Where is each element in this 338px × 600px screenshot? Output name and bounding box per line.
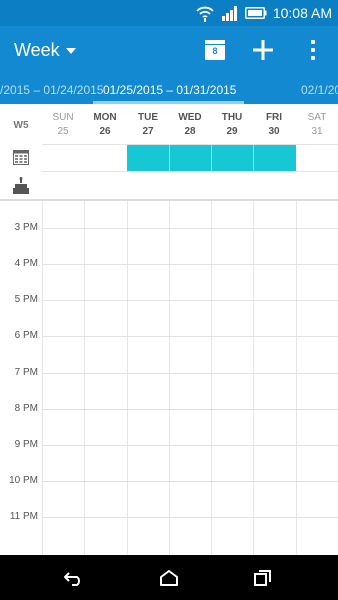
day-column-header[interactable]: SUN 25	[42, 112, 84, 138]
day-name: FRI	[265, 112, 283, 123]
hour-label: 8 PM	[14, 403, 38, 414]
day-column-line	[127, 201, 128, 555]
hour-line	[42, 517, 338, 518]
week-number: W5	[13, 120, 29, 131]
today-date: 8	[212, 46, 218, 56]
day-date: 29	[226, 126, 238, 137]
event-day-divider	[169, 145, 170, 171]
day-column-line	[296, 201, 297, 555]
day-name: TUE	[138, 112, 158, 123]
recent-apps-icon	[254, 570, 271, 586]
day-date: 25	[57, 126, 69, 137]
day-date: 27	[142, 126, 154, 137]
navigation-bar	[0, 555, 338, 600]
hour-line	[42, 336, 338, 337]
hour-line	[42, 300, 338, 301]
signal-icon	[221, 5, 239, 21]
hour-line	[42, 228, 338, 229]
calendar-today-icon: 8	[205, 40, 225, 60]
more-options-button[interactable]	[298, 35, 328, 65]
view-mode-dropdown[interactable]: Week	[14, 37, 76, 63]
event-day-divider	[253, 145, 254, 171]
overflow-menu-icon	[311, 40, 315, 60]
day-date: 26	[99, 126, 111, 137]
hour-line	[42, 373, 338, 374]
day-column-header[interactable]: FRI 30	[253, 112, 295, 138]
calendar-grid-icon	[13, 149, 29, 165]
plus-icon	[253, 40, 273, 60]
day-column-header[interactable]: SAT 31	[296, 112, 338, 138]
hour-line	[42, 481, 338, 482]
next-week[interactable]: 02/1/2015	[301, 83, 338, 97]
all-day-row-divider	[42, 171, 338, 172]
hour-line	[42, 445, 338, 446]
status-icons: 10:08 AM	[195, 3, 332, 23]
battery-icon	[244, 7, 267, 19]
chevron-down-icon	[65, 48, 76, 54]
day-name: SAT	[307, 112, 327, 123]
week-selector[interactable]: 01/18/2015 – 01/24/2015 01/25/2015 – 01/…	[0, 74, 338, 104]
hour-label: 9 PM	[14, 439, 38, 450]
day-header: W5 SUN 25 MON 26 TUE 27 WED 28 THU 29 FR…	[0, 104, 338, 144]
hour-label: 7 PM	[14, 367, 38, 378]
hour-label: 11 PM	[9, 511, 38, 522]
wifi-icon	[195, 4, 215, 22]
day-date: 30	[268, 126, 280, 137]
day-column-line	[84, 201, 85, 555]
back-icon	[64, 572, 80, 586]
hour-line	[42, 409, 338, 410]
hour-label: 6 PM	[14, 330, 38, 341]
recent-apps-button[interactable]	[250, 565, 276, 591]
day-name: WED	[178, 112, 202, 123]
day-column-header[interactable]: TUE 27	[127, 112, 169, 138]
add-event-button[interactable]	[248, 35, 278, 65]
day-column-line	[253, 201, 254, 555]
day-date: 31	[311, 126, 323, 137]
previous-week[interactable]: 01/18/2015 – 01/24/2015	[0, 83, 103, 97]
day-column-line	[169, 201, 170, 555]
current-week[interactable]: 01/25/2015 – 01/31/2015	[103, 83, 236, 97]
day-column-header[interactable]: THU 29	[211, 112, 253, 138]
day-column-line	[42, 201, 43, 555]
birthday-cake-icon	[13, 177, 29, 194]
event-day-divider	[211, 145, 212, 171]
day-column-header[interactable]: MON 26	[84, 112, 126, 138]
day-name: SUN	[52, 112, 74, 123]
hour-label: 4 PM	[14, 258, 38, 269]
day-date: 28	[184, 126, 196, 137]
day-name: MON	[93, 112, 117, 123]
status-bar: 10:08 AM	[0, 0, 338, 26]
calendar-screen: 10:08 AM Week 8 01/18/2015 – 01/24/2015 …	[0, 0, 338, 600]
hour-label: 3 PM	[14, 222, 38, 233]
hour-grid[interactable]: 3 PM 4 PM 5 PM 6 PM 7 PM 8 PM 9 PM 10 PM…	[0, 201, 338, 555]
hour-label: 5 PM	[14, 294, 38, 305]
view-mode-label: Week	[14, 39, 60, 60]
back-button[interactable]	[61, 565, 87, 591]
today-button[interactable]: 8	[200, 35, 230, 65]
hour-line	[42, 264, 338, 265]
day-column-line	[211, 201, 212, 555]
day-column-header[interactable]: WED 28	[169, 112, 211, 138]
day-name: THU	[221, 112, 243, 123]
home-button[interactable]	[156, 565, 182, 591]
home-icon	[160, 570, 178, 586]
hour-label: 10 PM	[9, 475, 38, 486]
app-bar: Week 8	[0, 26, 338, 74]
status-time: 10:08 AM	[272, 5, 332, 21]
